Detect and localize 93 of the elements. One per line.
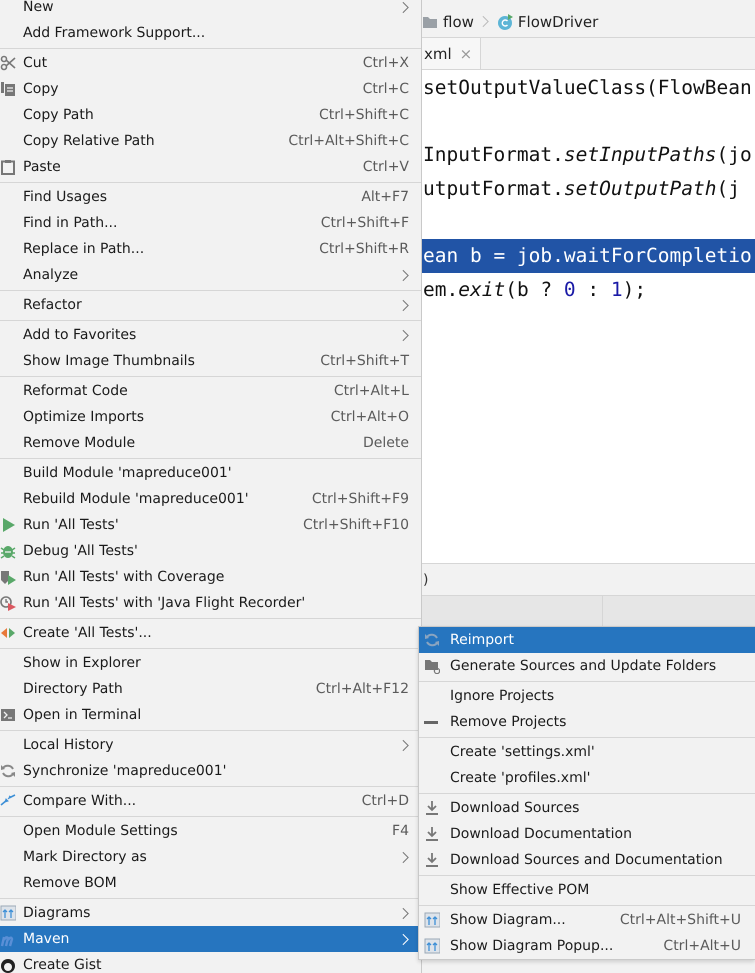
menu-item[interactable]: Build Module 'mapreduce001' [0,460,421,486]
menu-item[interactable]: Synchronize 'mapreduce001' [0,758,421,784]
menu-item[interactable]: Remove Module Delete [0,430,421,456]
download-icon [424,800,440,816]
menu-item[interactable]: Download Sources [419,795,755,821]
shortcut-label: Alt+F7 [361,189,409,205]
menu-item[interactable]: Open in Terminal [0,702,421,728]
menu-item[interactable]: Open Module Settings F4 [0,818,421,844]
menu-item[interactable]: Run 'All Tests' Ctrl+Shift+F10 [0,512,421,538]
minus-icon [424,720,438,724]
menu-item[interactable]: Directory Path Ctrl+Alt+F12 [0,676,421,702]
menu-item[interactable]: Show Diagram Popup... Ctrl+Alt+U [419,933,755,959]
menu-item[interactable]: Copy Path Ctrl+Shift+C [0,102,421,128]
shield-play-icon [0,569,16,585]
menu-item[interactable]: Optimize Imports Ctrl+Alt+O [0,404,421,430]
shortcut-label: Ctrl+Shift+F9 [312,491,409,507]
menu-item[interactable]: Paste Ctrl+V [0,154,421,180]
menu-item[interactable]: Show Effective POM [419,877,755,903]
code-line: setOutputValueClass(FlowBean [422,75,753,101]
menu-item[interactable]: Create 'profiles.xml' [419,765,755,791]
code-line: utputFormat.setOutputPath(j [422,176,741,202]
menu-item[interactable]: Show in Explorer [0,650,421,676]
shortcut-label: Ctrl+Shift+F [320,215,409,231]
shortcut-label: Delete [363,435,409,451]
diagram-icon [424,912,440,928]
menu-item[interactable]: Replace in Path... Ctrl+Shift+R [0,236,421,262]
shortcut-label: F4 [392,823,409,839]
breadcrumb-chevron-icon [482,15,489,28]
diagram-icon [0,905,16,921]
menu-item[interactable]: Remove BOM [0,870,421,896]
menu-item[interactable]: Remove Projects [419,709,755,735]
menu-item[interactable]: Create 'All Tests'... [0,620,421,646]
shortcut-label: Ctrl+Shift+T [320,353,409,369]
code-line: em.exit(b ? 0 : 1); [422,277,648,304]
editor-tab[interactable]: xml × [422,38,482,69]
menu-item[interactable]: Analyze [0,262,421,288]
shortcut-label: Ctrl+Shift+F10 [302,517,409,533]
shortcut-label: Ctrl+C [362,81,409,97]
menu-item[interactable]: Maven [0,926,421,952]
menu-item[interactable]: Show Diagram... Ctrl+Alt+Shift+U [419,907,755,933]
diagram-icon [424,938,440,954]
shortcut-label: Ctrl+Alt+O [330,409,409,425]
shortcut-label: Ctrl+Alt+F12 [316,681,409,697]
shortcut-label: Ctrl+V [362,159,409,175]
menu-item[interactable]: Rebuild Module 'mapreduce001' Ctrl+Shift+F9 [0,486,421,512]
menu-item[interactable]: Find in Path... Ctrl+Shift+F [0,210,421,236]
menu-item[interactable]: Download Sources and Documentation [419,847,755,873]
clipboard-icon [0,159,16,175]
panel-text: ) [423,572,428,588]
menu-item[interactable]: Create 'settings.xml' [419,739,755,765]
shortcut-label: Ctrl+D [362,793,409,809]
shortcut-label: Ctrl+Shift+C [319,107,409,123]
shortcut-label: Ctrl+X [362,55,409,71]
menu-item[interactable]: Local History [0,732,421,758]
play-icon [0,517,16,533]
menu-item[interactable]: Refactor [0,292,421,318]
timer-icon [0,595,16,611]
menu-item[interactable]: Add to Favorites [0,322,421,348]
menu-item[interactable]: Create Gist [0,952,421,973]
folder-sync-icon [424,658,440,674]
menu-item[interactable]: Reformat Code Ctrl+Alt+L [0,378,421,404]
download-icon [424,852,440,868]
menu-item[interactable]: Find Usages Alt+F7 [0,184,421,210]
shortcut-label: Ctrl+Shift+R [319,241,409,257]
menu-item[interactable]: Download Documentation [419,821,755,847]
shortcut-label: Ctrl+Alt+U [663,938,741,954]
menu-item[interactable]: Diagrams [0,900,421,926]
code-line: InputFormat.setInputPaths(jo [422,142,753,168]
menu-item[interactable]: Compare With... Ctrl+D [0,788,421,814]
shortcut-label: Ctrl+Alt+Shift+U [620,912,741,928]
menu-item[interactable]: Show Image Thumbnails Ctrl+Shift+T [0,348,421,374]
class-icon [496,14,513,30]
refresh-icon [424,632,440,648]
split-arrows-icon [0,625,16,641]
menu-item[interactable]: Ignore Projects [419,683,755,709]
menu-item[interactable]: Reimport [419,627,755,653]
menu-item[interactable]: Mark Directory as [0,844,421,870]
menu-item[interactable]: Copy Ctrl+C [0,76,421,102]
shortcut-label: Ctrl+Alt+Shift+C [288,133,409,149]
menu-item[interactable]: New [0,0,421,20]
breadcrumb-item[interactable]: FlowDriver [518,12,598,30]
download-icon [424,826,440,842]
breadcrumb-item[interactable]: flow [443,12,474,30]
menu-item[interactable]: Copy Relative Path Ctrl+Alt+Shift+C [0,128,421,154]
sync-icon [0,763,16,779]
shortcut-label: Ctrl+Alt+L [334,383,409,399]
menu-item[interactable]: Debug 'All Tests' [0,538,421,564]
menu-item[interactable]: Run 'All Tests' with Coverage [0,564,421,590]
menu-item[interactable]: Add Framework Support... [0,20,421,46]
menu-item[interactable]: Run 'All Tests' with 'Java Flight Recorder' [0,590,421,616]
menu-item[interactable]: Cut Ctrl+X [0,50,421,76]
menu-item[interactable]: Generate Sources and Update Folders [419,653,755,679]
scissors-icon [0,55,16,71]
